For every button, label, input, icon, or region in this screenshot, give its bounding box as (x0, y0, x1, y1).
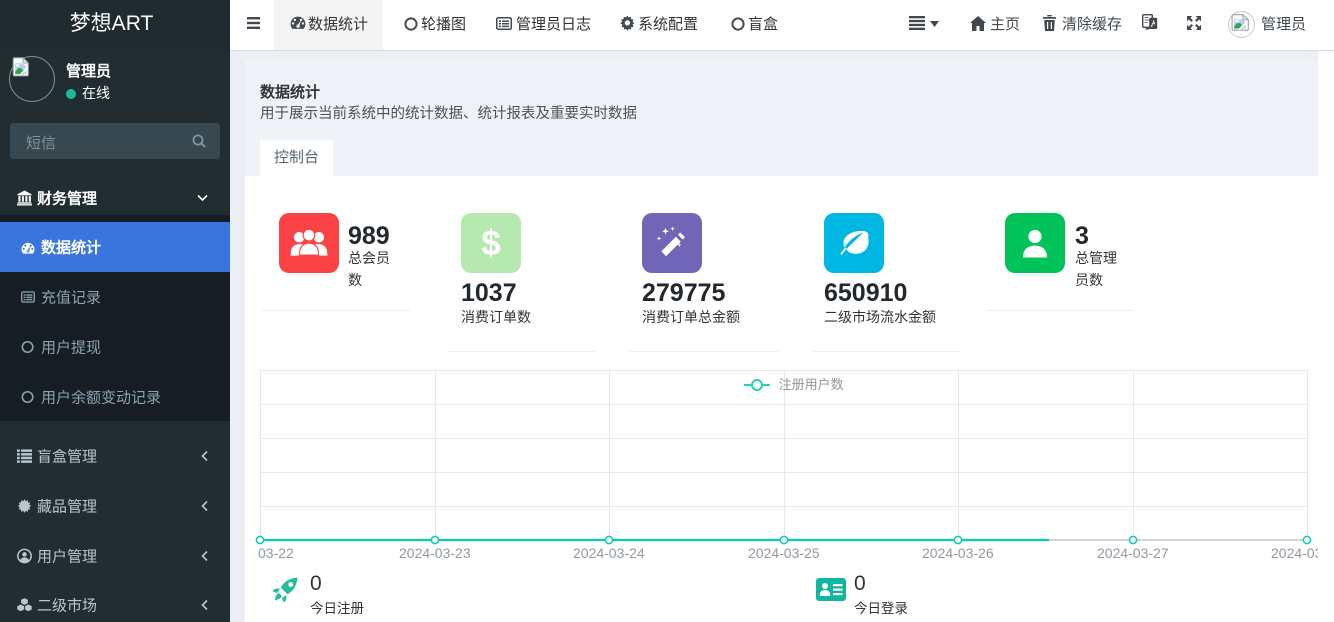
svg-text:$: $ (481, 224, 500, 263)
